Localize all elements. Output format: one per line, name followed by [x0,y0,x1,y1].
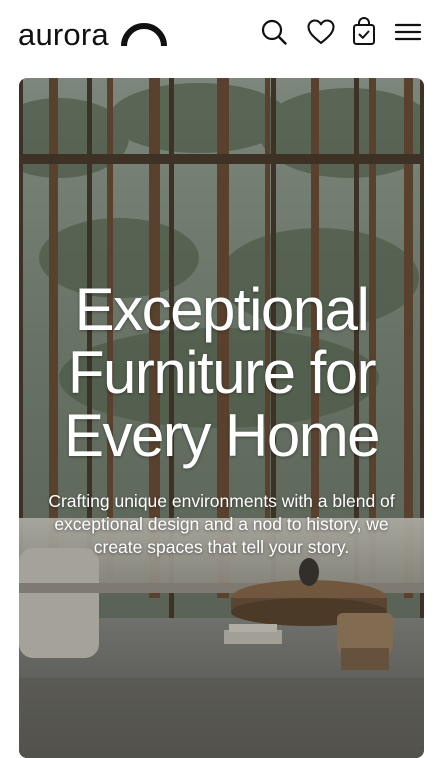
hamburger-menu-icon [394,23,422,41]
brand-logo[interactable]: aurora [18,14,167,54]
hero-subtitle-line: create spaces that tell your story. [93,537,350,557]
hero-subtitle-line: Crafting unique environments with a blen… [48,491,395,511]
menu-button[interactable] [392,16,424,48]
hero-title-line: Every Home [63,402,381,469]
search-icon [261,19,287,45]
heart-icon [307,19,335,45]
search-button[interactable] [258,16,290,48]
hero-banner: Exceptional Furniture for Every Home Cra… [19,78,424,758]
logo-text: aurora [18,16,109,52]
cart-button[interactable] [348,16,380,48]
shopping-bag-icon [353,17,375,45]
logo-arc-icon [120,23,167,47]
hero-title-line: Exceptional [74,276,370,343]
hero-subtitle: Crafting unique environments with a blen… [27,490,416,559]
hero-title-line: Furniture for [67,339,377,406]
hero-title: Exceptional Furniture for Every Home [19,278,424,467]
hero-subtitle-line: exceptional design and a nod to history,… [54,514,389,534]
site-header: aurora [0,0,444,70]
wishlist-button[interactable] [305,16,337,48]
